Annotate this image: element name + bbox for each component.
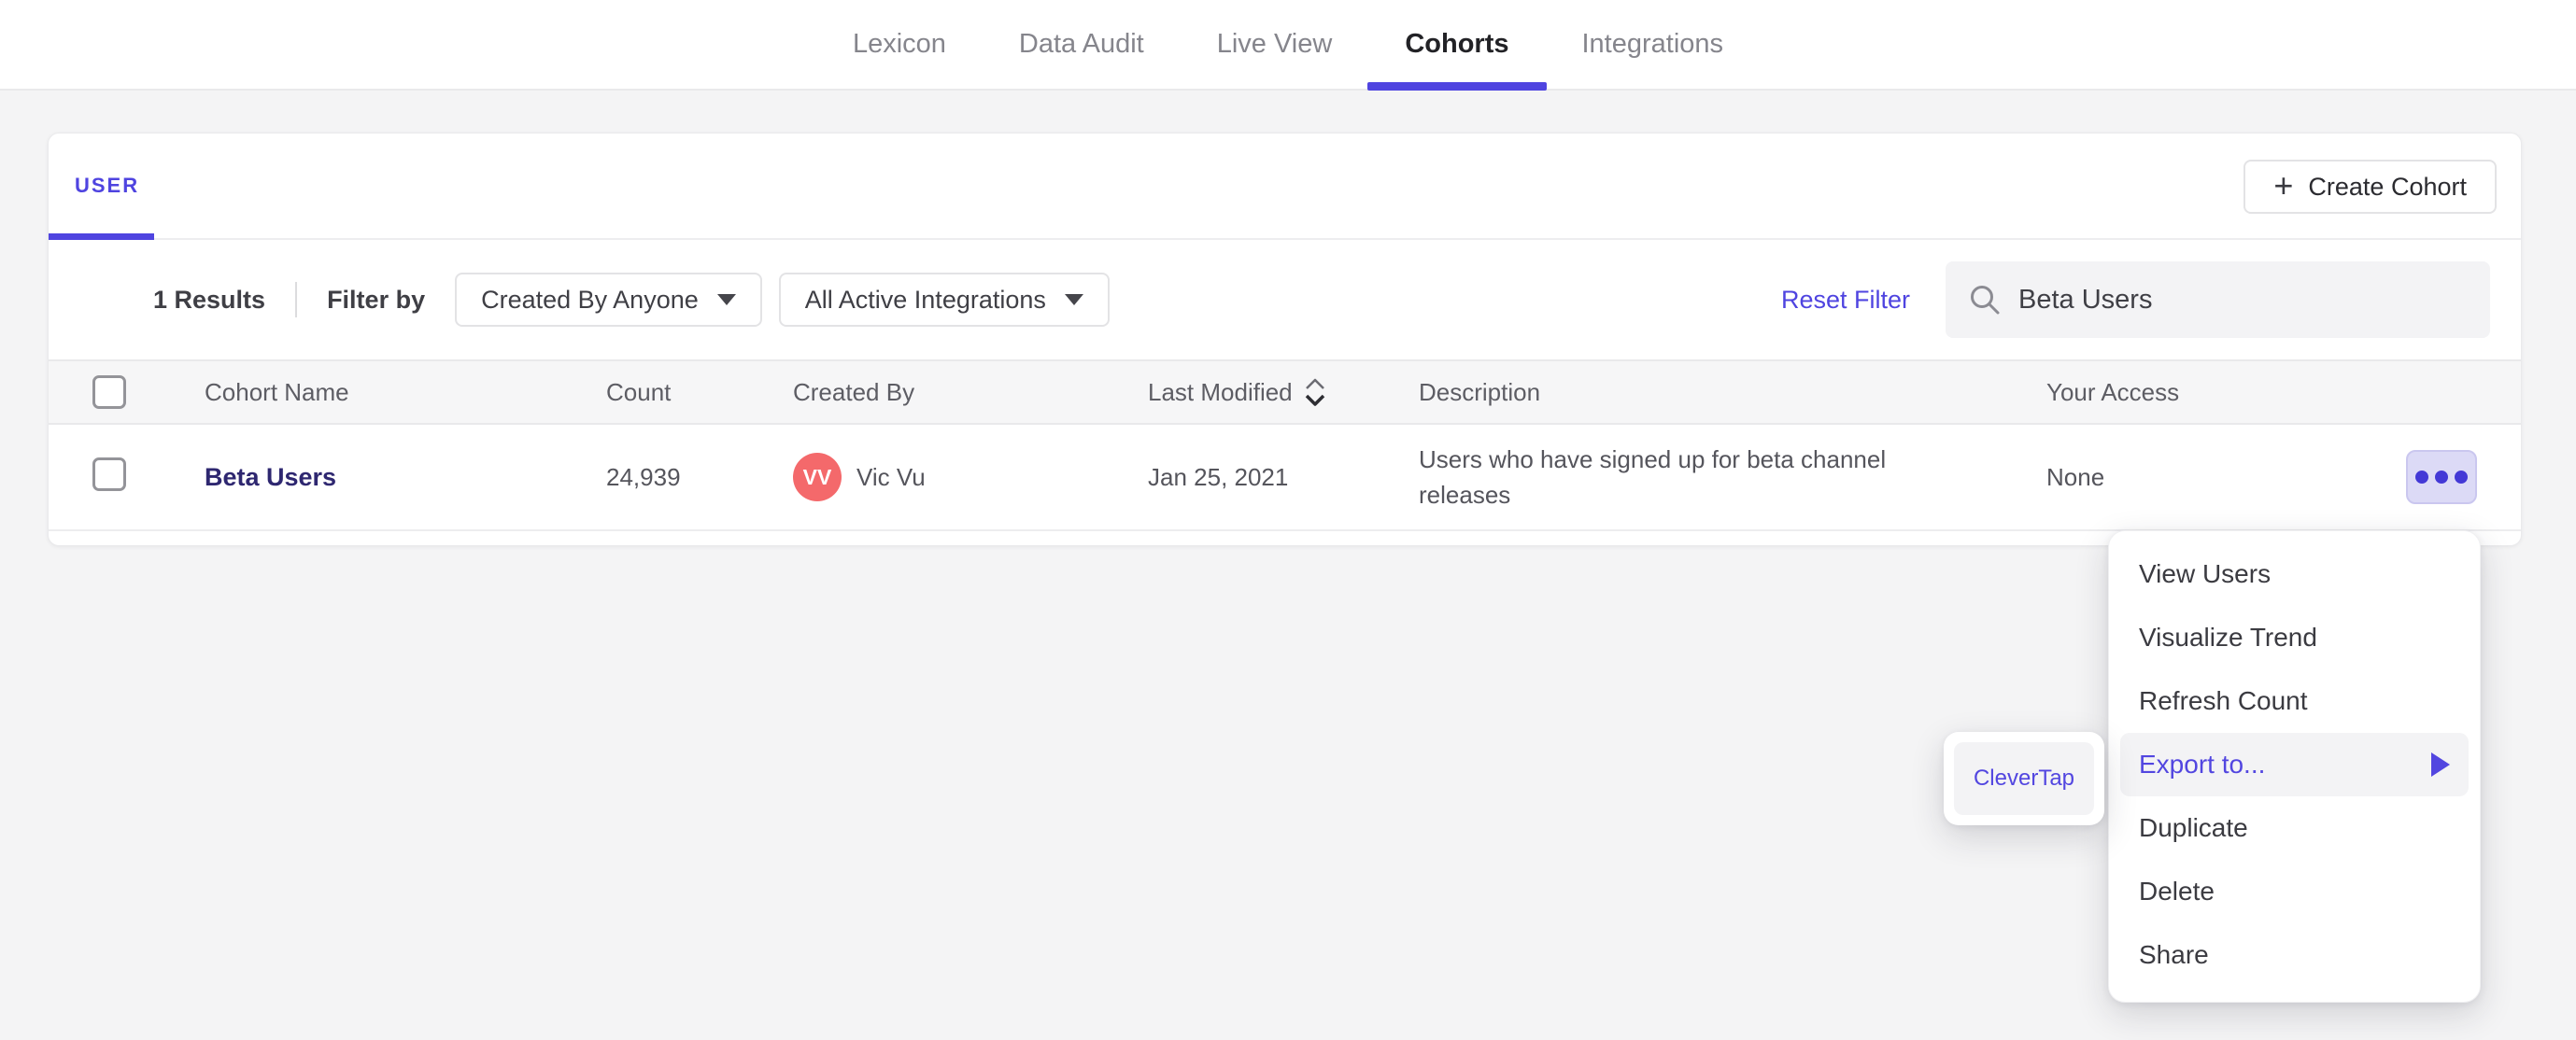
- submenu-arrow-icon: [2431, 752, 2450, 777]
- created-by-dropdown-value: Created By Anyone: [481, 285, 699, 314]
- plus-icon: +: [2273, 165, 2294, 204]
- integrations-dropdown[interactable]: All Active Integrations: [778, 273, 1110, 327]
- column-header-created-by: Created By: [793, 377, 915, 406]
- select-all-checkbox[interactable]: [92, 375, 126, 409]
- reset-filter-link[interactable]: Reset Filter: [1781, 286, 1910, 315]
- create-cohort-button[interactable]: + Create Cohort: [2243, 160, 2497, 214]
- table-header: Cohort Name Count Created By Last Modifi…: [49, 359, 2521, 425]
- cohort-name-link[interactable]: Beta Users: [205, 463, 606, 492]
- integrations-dropdown-value: All Active Integrations: [804, 285, 1046, 314]
- divider: [295, 282, 298, 317]
- created-by-cell: VV Vic Vu: [793, 453, 1148, 501]
- chevron-down-icon: [716, 294, 736, 305]
- last-modified-value: Jan 25, 2021: [1148, 462, 1289, 491]
- search-input[interactable]: [2018, 284, 2468, 316]
- top-navigation-bar: Lexicon Data Audit Live View Cohorts Int…: [0, 0, 2576, 91]
- row-actions-menu: View Users Visualize Trend Refresh Count…: [2108, 530, 2481, 1003]
- row-actions-button[interactable]: [2406, 450, 2477, 504]
- column-header-last-modified[interactable]: Last Modified: [1148, 377, 1419, 407]
- filter-by-label: Filter by: [327, 285, 426, 314]
- cohort-count: 24,939: [606, 462, 681, 491]
- cohort-type-tabs: USER + Create Cohort: [49, 134, 2521, 240]
- menu-item-export-to[interactable]: Export to...: [2120, 733, 2469, 796]
- export-submenu: CleverTap: [1944, 732, 2104, 825]
- menu-item-duplicate[interactable]: Duplicate: [2120, 796, 2469, 860]
- nav-tab-live-view[interactable]: Live View: [1217, 0, 1333, 89]
- created-by-name: Vic Vu: [856, 462, 926, 491]
- tab-user[interactable]: USER: [75, 174, 139, 198]
- create-cohort-label: Create Cohort: [2308, 172, 2467, 201]
- chevron-down-icon: [1064, 294, 1083, 305]
- active-tab-underline: [49, 233, 154, 240]
- cohorts-panel: USER + Create Cohort 1 Results Filter by…: [48, 133, 2522, 546]
- row-checkbox[interactable]: [92, 457, 126, 491]
- column-header-your-access: Your Access: [2046, 377, 2180, 406]
- table-row: Beta Users 24,939 VV Vic Vu Jan 25, 2021…: [49, 425, 2521, 531]
- avatar: VV: [793, 453, 842, 501]
- more-icon: [2415, 471, 2428, 484]
- column-header-cohort-name: Cohort Name: [205, 377, 349, 406]
- cohort-description: Users who have signed up for beta channe…: [1419, 445, 1887, 509]
- menu-item-visualize-trend[interactable]: Visualize Trend: [2120, 606, 2469, 669]
- filter-bar: 1 Results Filter by Created By Anyone Al…: [49, 240, 2521, 359]
- menu-item-view-users[interactable]: View Users: [2120, 542, 2469, 606]
- nav-tab-integrations[interactable]: Integrations: [1582, 0, 1724, 89]
- menu-item-delete[interactable]: Delete: [2120, 860, 2469, 923]
- created-by-dropdown[interactable]: Created By Anyone: [455, 273, 762, 327]
- menu-item-refresh-count[interactable]: Refresh Count: [2120, 669, 2469, 733]
- nav-tab-lexicon[interactable]: Lexicon: [853, 0, 946, 89]
- column-header-count: Count: [606, 377, 672, 406]
- column-header-description: Description: [1419, 377, 1541, 406]
- results-count: 1 Results: [153, 285, 266, 314]
- filter-bar-right: Reset Filter: [1781, 261, 2490, 338]
- search-icon: [1971, 286, 2000, 315]
- submenu-item-clevertap[interactable]: CleverTap: [1954, 742, 2094, 815]
- nav-tab-data-audit[interactable]: Data Audit: [1019, 0, 1144, 89]
- export-to-label: Export to...: [2139, 750, 2266, 779]
- last-modified-label: Last Modified: [1148, 377, 1293, 406]
- nav-tab-cohorts[interactable]: Cohorts: [1367, 0, 1547, 91]
- your-access-value: None: [2046, 462, 2105, 491]
- search-box[interactable]: [1946, 261, 2490, 338]
- menu-item-share[interactable]: Share: [2120, 923, 2469, 987]
- sort-icon[interactable]: [1304, 377, 1326, 407]
